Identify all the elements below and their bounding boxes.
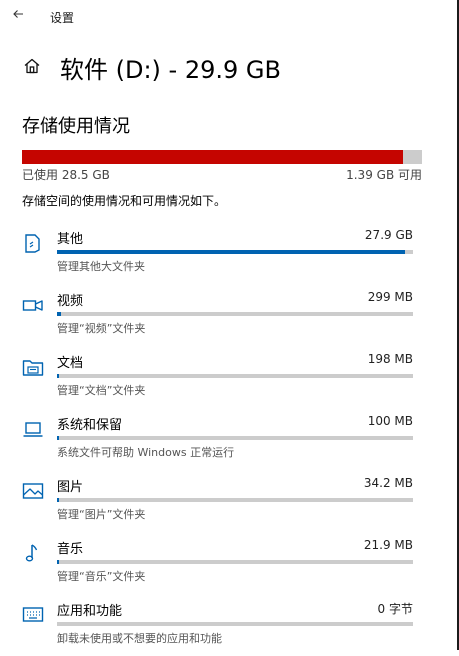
category-size: 198 MB	[367, 352, 413, 366]
category-name: 系统和保留	[57, 418, 123, 433]
category-subtitle: 卸载未使用或不想要的应用和功能	[57, 632, 222, 645]
category-pictures[interactable]: 图片 34.2 MB 管理“图片”文件夹	[0, 476, 459, 532]
music-note-icon	[22, 542, 44, 564]
category-usage-bar	[57, 560, 413, 564]
category-subtitle: 管理“图片”文件夹	[57, 508, 146, 521]
total-usage-bar	[22, 150, 422, 164]
category-size: 21.9 MB	[363, 538, 413, 552]
video-camera-icon	[22, 294, 44, 316]
back-button[interactable]	[8, 4, 30, 24]
category-usage-bar	[57, 250, 413, 254]
category-usage-bar	[57, 498, 413, 502]
home-icon[interactable]	[22, 56, 42, 76]
category-subtitle: 管理“文档”文件夹	[57, 384, 146, 397]
category-usage-fill	[57, 312, 61, 316]
title-bar: 设置	[0, 0, 457, 32]
other-files-icon	[22, 232, 44, 254]
storage-description: 存储空间的使用情况和可用情况如下。	[22, 194, 227, 208]
back-arrow-icon	[13, 10, 23, 18]
category-usage-fill	[57, 250, 406, 254]
category-size: 27.9 GB	[364, 228, 413, 242]
category-usage-bar	[57, 374, 413, 378]
category-usage-bar	[57, 312, 413, 316]
category-system[interactable]: 系统和保留 100 MB 系统文件可帮助 Windows 正常运行	[0, 414, 459, 470]
category-usage-fill	[57, 560, 60, 564]
category-name: 文档	[57, 356, 84, 371]
apps-keyboard-icon	[22, 604, 44, 626]
category-documents[interactable]: 文档 198 MB 管理“文档”文件夹	[0, 352, 459, 408]
page-title: 软件 (D:) - 29.9 GB	[60, 56, 281, 84]
category-name: 音乐	[57, 542, 84, 557]
category-usage-bar	[57, 436, 413, 440]
category-size: 0 字节	[377, 602, 413, 616]
category-subtitle: 系统文件可帮助 Windows 正常运行	[57, 446, 235, 459]
category-video[interactable]: 视频 299 MB 管理“视频”文件夹	[0, 290, 459, 346]
category-size: 100 MB	[367, 414, 413, 428]
category-name: 应用和功能	[57, 604, 123, 619]
category-subtitle: 管理“音乐”文件夹	[57, 570, 146, 583]
category-apps[interactable]: 应用和功能 0 字节 卸载未使用或不想要的应用和功能	[0, 600, 459, 656]
laptop-icon	[22, 418, 44, 440]
category-usage-fill	[57, 374, 60, 378]
section-title: 存储使用情况	[22, 116, 130, 137]
category-subtitle: 管理“视频”文件夹	[57, 322, 146, 335]
used-space-label: 已使用 28.5 GB	[22, 168, 110, 182]
category-name: 其他	[57, 232, 84, 247]
category-usage-bar	[57, 622, 413, 626]
documents-folder-icon	[22, 356, 44, 378]
category-name: 视频	[57, 294, 84, 309]
total-usage-fill	[22, 150, 404, 164]
category-other[interactable]: 其他 27.9 GB 管理其他大文件夹	[0, 228, 459, 284]
category-size: 34.2 MB	[363, 476, 413, 490]
category-name: 图片	[57, 480, 84, 495]
category-subtitle: 管理其他大文件夹	[57, 260, 145, 273]
category-usage-fill	[57, 436, 60, 440]
free-space-label: 1.39 GB 可用	[346, 168, 422, 182]
category-size: 299 MB	[367, 290, 413, 304]
category-music[interactable]: 音乐 21.9 MB 管理“音乐”文件夹	[0, 538, 459, 594]
category-usage-fill	[57, 498, 60, 502]
app-title: 设置	[50, 11, 75, 25]
picture-icon	[22, 480, 44, 502]
